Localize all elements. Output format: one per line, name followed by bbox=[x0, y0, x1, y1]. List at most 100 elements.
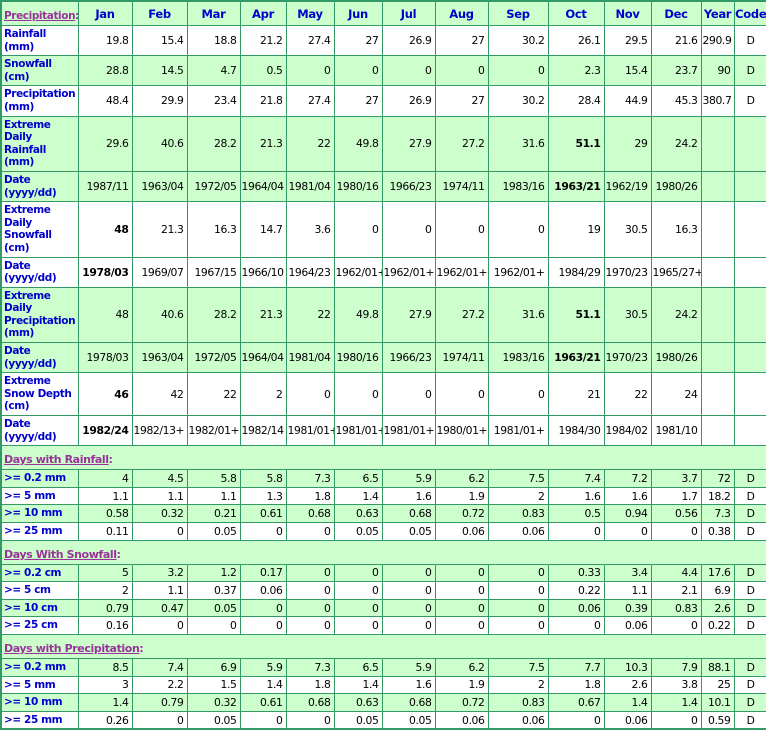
value-cell: 1987/11 bbox=[78, 171, 132, 201]
value-cell: 28.4 bbox=[548, 86, 604, 116]
value-cell: 1980/01+ bbox=[435, 416, 488, 446]
value-cell: 1969/07 bbox=[132, 257, 187, 287]
value-cell: 0 bbox=[382, 373, 435, 416]
value-cell: 7.4 bbox=[548, 470, 604, 488]
section-link-days-with-snowfall[interactable]: Days With Snowfall bbox=[4, 548, 117, 561]
value-cell: 0 bbox=[548, 711, 604, 729]
table-row-extreme-snow-depth-cm: Extreme Snow Depth (cm)46422220000021222… bbox=[1, 373, 766, 416]
table-row-0-2-mm: >= 0.2 mm44.55.85.87.36.55.96.27.57.47.2… bbox=[1, 470, 766, 488]
value-cell: 2.1 bbox=[651, 582, 701, 600]
col-header-jan: Jan bbox=[78, 1, 132, 26]
value-cell: 1.7 bbox=[651, 487, 701, 505]
table-row-10-mm: >= 10 mm0.580.320.210.610.680.630.680.72… bbox=[1, 505, 766, 523]
section-link-days-with-precipitation[interactable]: Days with Precipitation bbox=[4, 642, 139, 655]
value-cell: 51.1 bbox=[548, 287, 604, 342]
value-cell: 1962/01+ bbox=[382, 257, 435, 287]
row-label: >= 25 mm bbox=[1, 711, 78, 729]
value-cell: 1963/21 bbox=[548, 343, 604, 373]
value-cell: 30.2 bbox=[488, 86, 548, 116]
year-cell: 0.22 bbox=[701, 617, 734, 635]
value-cell: 1983/16 bbox=[488, 171, 548, 201]
value-cell: 0 bbox=[488, 202, 548, 257]
precipitation-normals-table: Precipitation: JanFebMarAprMayJunJulAugS… bbox=[0, 0, 766, 730]
value-cell: 27.2 bbox=[435, 287, 488, 342]
value-cell: 26.1 bbox=[548, 26, 604, 56]
section-colon: : bbox=[117, 549, 121, 561]
value-cell: 21.2 bbox=[240, 26, 286, 56]
row-label: >= 10 mm bbox=[1, 505, 78, 523]
value-cell: 7.2 bbox=[604, 470, 651, 488]
value-cell: 7.3 bbox=[286, 658, 334, 676]
value-cell: 0.83 bbox=[651, 599, 701, 617]
value-cell: 0.16 bbox=[78, 617, 132, 635]
value-cell: 1.2 bbox=[187, 564, 240, 582]
value-cell: 27.9 bbox=[382, 116, 435, 171]
value-cell: 3.6 bbox=[286, 202, 334, 257]
value-cell: 0.06 bbox=[240, 582, 286, 600]
table-row-date-yyyy-dd: Date (yyyy/dd)1982/241982/13+1982/01+198… bbox=[1, 416, 766, 446]
code-cell: D bbox=[734, 523, 766, 541]
value-cell: 0.79 bbox=[132, 694, 187, 712]
value-cell: 0.94 bbox=[604, 505, 651, 523]
code-cell: D bbox=[734, 487, 766, 505]
value-cell: 0.56 bbox=[651, 505, 701, 523]
value-cell: 1983/16 bbox=[488, 343, 548, 373]
table-title-cell: Precipitation: bbox=[1, 1, 78, 26]
year-cell: 90 bbox=[701, 56, 734, 86]
row-label: Date (yyyy/dd) bbox=[1, 343, 78, 373]
value-cell: 0.33 bbox=[548, 564, 604, 582]
value-cell: 22 bbox=[286, 116, 334, 171]
value-cell: 1984/29 bbox=[548, 257, 604, 287]
value-cell: 0 bbox=[240, 599, 286, 617]
value-cell: 0.79 bbox=[78, 599, 132, 617]
value-cell: 1963/21 bbox=[548, 171, 604, 201]
value-cell: 0.06 bbox=[548, 599, 604, 617]
table-row-extreme-daily-snowfall-cm: Extreme Daily Snowfall (cm)4821.316.314.… bbox=[1, 202, 766, 257]
code-cell bbox=[734, 287, 766, 342]
code-cell: D bbox=[734, 694, 766, 712]
section-link-days-with-rainfall[interactable]: Days with Rainfall bbox=[4, 453, 109, 466]
year-cell: 72 bbox=[701, 470, 734, 488]
year-cell: 10.1 bbox=[701, 694, 734, 712]
value-cell: 1.9 bbox=[435, 487, 488, 505]
col-header-apr: Apr bbox=[240, 1, 286, 26]
value-cell: 0 bbox=[240, 711, 286, 729]
value-cell: 1981/01+ bbox=[286, 416, 334, 446]
table-row-10-cm: >= 10 cm0.790.470.050000000.060.390.832.… bbox=[1, 599, 766, 617]
table-row-25-cm: >= 25 cm0.160000000000.0600.22D bbox=[1, 617, 766, 635]
value-cell: 1.1 bbox=[132, 582, 187, 600]
row-label: Snowfall (cm) bbox=[1, 56, 78, 86]
value-cell: 0.68 bbox=[382, 505, 435, 523]
value-cell: 1.3 bbox=[240, 487, 286, 505]
value-cell: 24.2 bbox=[651, 116, 701, 171]
value-cell: 3.2 bbox=[132, 564, 187, 582]
value-cell: 1982/01+ bbox=[187, 416, 240, 446]
value-cell: 1978/03 bbox=[78, 257, 132, 287]
value-cell: 1.4 bbox=[334, 676, 382, 694]
value-cell: 0.47 bbox=[132, 599, 187, 617]
value-cell: 0 bbox=[334, 599, 382, 617]
row-label: >= 5 cm bbox=[1, 582, 78, 600]
value-cell: 1.8 bbox=[286, 676, 334, 694]
code-cell: D bbox=[734, 470, 766, 488]
value-cell: 1.4 bbox=[651, 694, 701, 712]
col-header-sep: Sep bbox=[488, 1, 548, 26]
value-cell: 0 bbox=[334, 582, 382, 600]
table-row-5-mm: >= 5 mm1.11.11.11.31.81.41.61.921.61.61.… bbox=[1, 487, 766, 505]
section-header-days-with-snowfall: Days With Snowfall: bbox=[1, 540, 766, 564]
value-cell: 0 bbox=[488, 373, 548, 416]
precipitation-link[interactable]: Precipitation bbox=[4, 10, 75, 22]
value-cell: 0 bbox=[334, 373, 382, 416]
value-cell: 1980/16 bbox=[334, 171, 382, 201]
value-cell: 0.63 bbox=[334, 505, 382, 523]
value-cell: 1962/01+ bbox=[488, 257, 548, 287]
year-cell: 25 bbox=[701, 676, 734, 694]
value-cell: 1981/04 bbox=[286, 171, 334, 201]
col-header-aug: Aug bbox=[435, 1, 488, 26]
table-row-snowfall-cm: Snowfall (cm)28.814.54.70.5000002.315.42… bbox=[1, 56, 766, 86]
row-label: Date (yyyy/dd) bbox=[1, 416, 78, 446]
value-cell: 6.5 bbox=[334, 658, 382, 676]
value-cell: 1974/11 bbox=[435, 171, 488, 201]
value-cell: 1984/30 bbox=[548, 416, 604, 446]
value-cell: 0.68 bbox=[286, 505, 334, 523]
